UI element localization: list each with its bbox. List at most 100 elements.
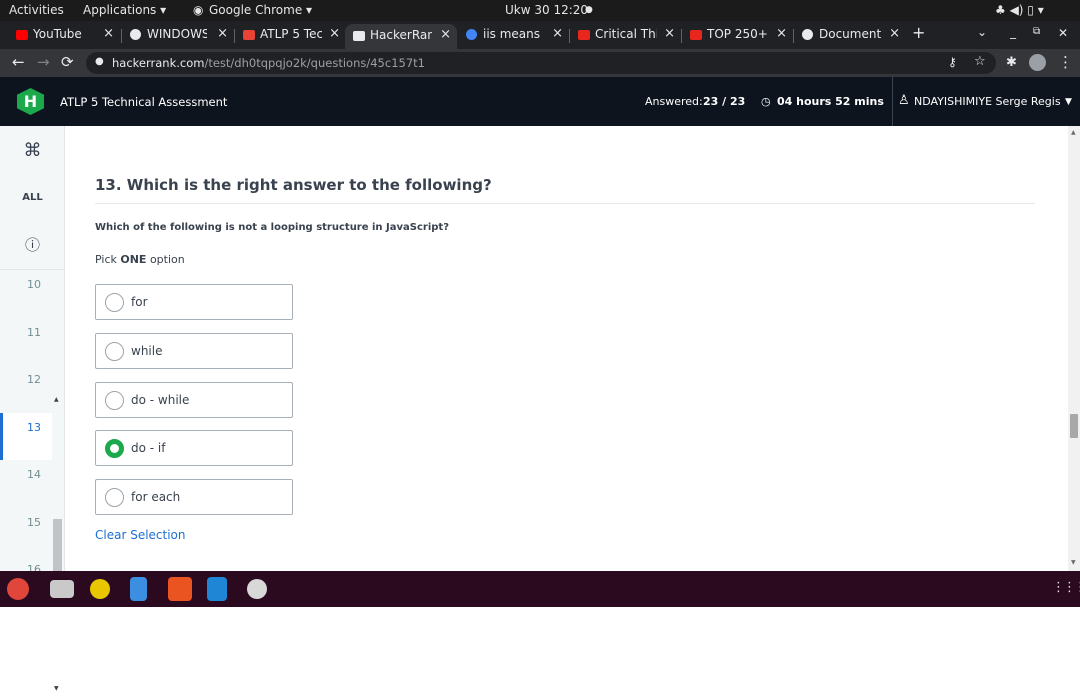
close-icon[interactable]: × xyxy=(552,26,563,41)
divider xyxy=(95,203,1035,204)
key-icon[interactable]: ⚷ xyxy=(948,55,957,69)
reload-button[interactable]: ⟳ xyxy=(61,53,74,71)
answer-option[interactable]: while xyxy=(95,332,293,369)
clock[interactable]: Ukw 30 12:20 xyxy=(505,3,588,17)
question-list-scrollbar[interactable]: ▲ ▼ xyxy=(53,393,63,697)
answer-option[interactable]: for each xyxy=(95,479,293,516)
forward-button[interactable]: → xyxy=(37,53,50,71)
divider xyxy=(892,77,893,126)
question-nav-item[interactable]: 12 xyxy=(0,365,52,412)
software-center-icon[interactable] xyxy=(168,577,192,601)
extensions-icon[interactable]: ✱ xyxy=(1006,55,1017,70)
pick-instruction: Pick ONE option xyxy=(95,253,185,266)
tab-iis[interactable]: iis means in× xyxy=(458,23,569,47)
gmail-icon xyxy=(243,30,255,40)
tab-hackerrank[interactable]: HackerRank× xyxy=(345,24,457,49)
page-scrollbar[interactable]: ▲ ▼ xyxy=(1068,126,1080,571)
tab-atlp[interactable]: ATLP 5 Tech× xyxy=(235,23,346,47)
test-title: ATLP 5 Technical Assessment xyxy=(60,95,228,109)
lock-icon: ● xyxy=(95,56,104,67)
answer-option[interactable]: do - while xyxy=(95,381,293,418)
answer-option-label: do - if xyxy=(131,441,166,456)
back-button[interactable]: ← xyxy=(12,53,25,71)
more-icon[interactable]: ⋮ xyxy=(1058,53,1073,71)
question-nav-item[interactable]: 13 xyxy=(0,412,52,460)
info-icon[interactable]: ⓘ xyxy=(0,234,65,255)
user-icon: ♙ xyxy=(898,93,910,108)
answered-count: 23 / 23 xyxy=(703,95,746,108)
app-menu[interactable]: Google Chrome ▾ xyxy=(209,3,312,17)
user-name[interactable]: NDAYISHIMIYE Serge Regis xyxy=(914,95,1061,108)
job-icon xyxy=(690,30,702,40)
url-field[interactable]: ● hackerrank.com/test/dh0tqpqjo2k/questi… xyxy=(86,52,996,74)
url-path: /test/dh0tqpqjo2k/questions/45c157t1 xyxy=(204,56,425,70)
settings-icon[interactable] xyxy=(247,579,267,599)
new-tab-button[interactable]: + xyxy=(912,23,934,47)
close-icon[interactable]: × xyxy=(103,26,114,41)
close-icon[interactable]: × xyxy=(664,26,675,41)
radio-button[interactable] xyxy=(105,390,124,410)
close-icon[interactable]: × xyxy=(217,26,228,41)
chrome-icon[interactable] xyxy=(7,578,29,600)
star-icon[interactable]: ☆ xyxy=(974,54,986,69)
question-panel: 13. Which is the right answer to the fol… xyxy=(65,126,1068,571)
answered-label: Answered: xyxy=(645,95,703,108)
chevron-down-icon[interactable]: ▼ xyxy=(1065,97,1072,107)
answer-option-label: for each xyxy=(131,490,181,505)
radio-button[interactable] xyxy=(105,488,124,508)
tab-windows[interactable]: WINDOWS × xyxy=(122,23,234,47)
close-icon[interactable]: × xyxy=(776,26,787,41)
hackerrank-icon xyxy=(353,31,365,41)
files-icon[interactable] xyxy=(50,580,74,598)
tab-strip: YouTube× WINDOWS× ATLP 5 Tech× HackerRan… xyxy=(0,21,1080,49)
question-nav-item[interactable]: 10 xyxy=(0,270,52,317)
radio-button[interactable] xyxy=(105,439,124,459)
tab-document[interactable]: Document × xyxy=(794,23,906,47)
google-icon xyxy=(466,29,477,40)
chrome-app-icon: ◉ xyxy=(193,3,204,17)
maximize-button[interactable]: ⧉ xyxy=(1033,26,1047,50)
minimize-button[interactable]: _ xyxy=(1010,25,1024,49)
notification-dot: ● xyxy=(585,5,593,15)
profile-avatar[interactable] xyxy=(1029,54,1046,71)
radio-button[interactable] xyxy=(105,341,124,361)
answer-option-label: for xyxy=(131,295,148,309)
activities-button[interactable]: Activities xyxy=(9,3,64,17)
answer-option-label: do - while xyxy=(131,392,190,407)
answer-option[interactable]: for xyxy=(95,284,293,320)
hackerrank-logo[interactable]: H xyxy=(17,88,44,115)
answer-option-label: while xyxy=(131,343,163,358)
close-icon[interactable]: × xyxy=(889,26,900,41)
address-bar: ← → ⟳ ● hackerrank.com/test/dh0tqpqjo2k/… xyxy=(0,49,1080,77)
question-nav-item[interactable]: 15 xyxy=(0,508,52,555)
clock-icon: ◷ xyxy=(761,95,771,108)
question-nav-item[interactable]: 11 xyxy=(0,318,52,365)
question-title: 13. Which is the right answer to the fol… xyxy=(95,176,492,194)
applications-menu[interactable]: Applications ▾ xyxy=(83,3,166,17)
system-top-bar: Activities Applications ▾ ◉ Google Chrom… xyxy=(0,0,1080,21)
all-questions-button[interactable]: ALL xyxy=(0,192,65,203)
taskbar-dock: ⋮⋮⋮ xyxy=(0,571,1080,607)
answer-option[interactable]: do - if xyxy=(95,430,293,467)
close-window-button[interactable]: ✕ xyxy=(1058,26,1072,50)
command-icon[interactable]: ⌘ xyxy=(0,140,65,161)
url-domain: hackerrank.com xyxy=(112,56,205,70)
globe-icon xyxy=(130,29,141,40)
tab-search-button[interactable]: ⌄ xyxy=(977,25,995,49)
question-text: Which of the following is not a looping … xyxy=(95,222,449,233)
document-icon[interactable] xyxy=(130,577,147,601)
tab-youtube[interactable]: YouTube × xyxy=(8,23,120,47)
question-sidebar: ⌘ ALL ⓘ 10 11 12 13 14 15 16 ▲ ▼ xyxy=(0,126,65,692)
radio-button[interactable] xyxy=(105,293,124,312)
globe-icon xyxy=(802,29,813,40)
close-icon[interactable]: × xyxy=(440,27,451,42)
show-apps-icon[interactable]: ⋮⋮⋮ xyxy=(1052,580,1080,595)
tab-critical-thinking[interactable]: Critical Thi × xyxy=(570,23,681,47)
system-tray[interactable]: ♣ ◀) ▯ ▾ xyxy=(995,3,1044,17)
question-nav-item[interactable]: 14 xyxy=(0,460,52,507)
clear-selection-link[interactable]: Clear Selection xyxy=(95,528,186,542)
camera-icon[interactable] xyxy=(90,579,110,599)
vscode-icon[interactable] xyxy=(207,577,227,601)
tab-top-250[interactable]: TOP 250+ A× xyxy=(682,23,793,47)
close-icon[interactable]: × xyxy=(329,26,340,41)
